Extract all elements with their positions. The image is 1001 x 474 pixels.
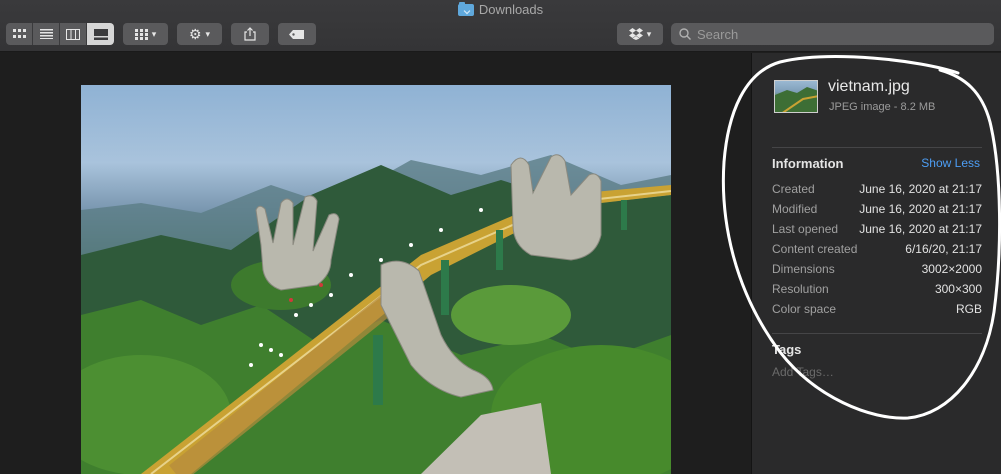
tags-button[interactable] (278, 23, 316, 45)
gallery-view-button[interactable] (87, 23, 114, 45)
folder-icon (457, 1, 474, 16)
info-value: 300×300 (934, 282, 982, 296)
list-view-icon (39, 29, 53, 39)
search-icon (679, 28, 691, 40)
tag-icon (289, 29, 304, 39)
info-key: Color space (772, 302, 837, 316)
info-key: Resolution (772, 282, 829, 296)
info-row-modified: Modified June 16, 2020 at 21:17 (772, 199, 982, 219)
dropbox-button[interactable]: ▾ (617, 23, 663, 45)
group-icon (134, 28, 148, 40)
chevron-down-icon: ▾ (151, 28, 157, 39)
info-row-color-space: Color space RGB (772, 299, 982, 319)
file-kind-size: JPEG image - 8.2 MB (829, 101, 936, 113)
gear-icon: ⚙ (188, 25, 202, 42)
image-preview[interactable] (81, 85, 671, 474)
chevron-down-icon: ▾ (205, 28, 211, 39)
info-value: RGB (955, 302, 982, 316)
information-heading: Information (772, 156, 844, 171)
dropbox-icon (628, 28, 643, 40)
finder-toolbar: Downloads ▾ ⚙ ▾ ▾ Search (0, 0, 1001, 52)
info-row-resolution: Resolution 300×300 (772, 279, 982, 299)
file-name: vietnam.jpg (828, 78, 910, 95)
info-row-last-opened: Last opened June 16, 2020 at 21:17 (772, 219, 982, 239)
golden-bridge-photo (81, 154, 671, 474)
info-value: June 16, 2020 at 21:17 (859, 182, 982, 196)
section-divider (772, 333, 982, 334)
list-view-button[interactable] (33, 23, 60, 45)
info-key: Last opened (772, 222, 839, 236)
search-field[interactable] (671, 23, 994, 45)
tags-heading: Tags (772, 342, 802, 357)
thumbnail-image (775, 87, 817, 112)
info-key: Content created (772, 242, 858, 256)
group-button[interactable]: ▾ (123, 23, 168, 45)
share-button[interactable] (231, 23, 269, 45)
search-input[interactable] (697, 26, 977, 42)
view-mode-switcher (6, 23, 114, 45)
chevron-down-icon: ▾ (646, 28, 652, 39)
info-value: June 16, 2020 at 21:17 (859, 222, 982, 236)
section-divider (772, 147, 982, 148)
icon-view-icon (12, 29, 26, 38)
info-value: June 16, 2020 at 21:17 (859, 202, 982, 216)
info-value: 6/16/20, 21:17 (905, 242, 982, 256)
info-row-content-created: Content created 6/16/20, 21:17 (772, 239, 982, 259)
info-key: Created (772, 182, 815, 196)
info-row-dimensions: Dimensions 3002×2000 (772, 259, 982, 279)
action-button[interactable]: ⚙ ▾ (177, 23, 222, 45)
column-view-icon (66, 28, 80, 40)
gallery-view-icon (93, 28, 108, 40)
info-key: Dimensions (772, 262, 835, 276)
gallery-preview-pane (0, 53, 752, 474)
window-title: Downloads (478, 2, 544, 17)
info-row-created: Created June 16, 2020 at 21:17 (772, 179, 982, 199)
preview-info-panel: vietnam.jpg JPEG image - 8.2 MB Informat… (752, 53, 1001, 474)
window-title-bar: Downloads (0, 1, 1001, 17)
column-view-button[interactable] (60, 23, 87, 45)
info-key: Modified (772, 202, 818, 216)
share-icon (244, 27, 256, 41)
file-thumbnail (774, 80, 818, 113)
info-value: 3002×2000 (921, 262, 982, 276)
add-tags-field[interactable]: Add Tags… (772, 365, 834, 379)
icon-view-button[interactable] (6, 23, 33, 45)
show-less-link[interactable]: Show Less (921, 156, 980, 170)
